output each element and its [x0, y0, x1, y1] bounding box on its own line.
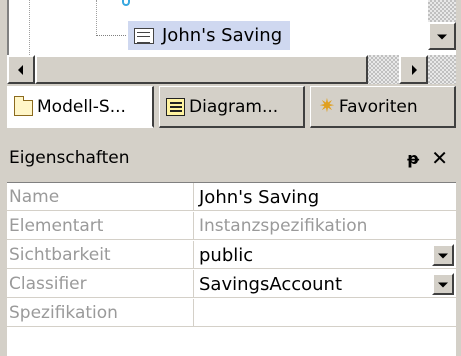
property-row-element-type: Elementart Instanzspezifikation	[7, 212, 456, 240]
tree-expand-marker	[122, 0, 130, 6]
property-row-classifier[interactable]: Classifier SavingsAccount	[7, 270, 456, 298]
property-label: Name	[7, 183, 194, 211]
tab-bar: Modell-S... Diagram... ✷ Favoriten	[7, 86, 456, 130]
tab-favorites[interactable]: ✷ Favoriten	[310, 86, 456, 128]
specification-field[interactable]	[195, 299, 456, 327]
folder-icon	[14, 95, 33, 116]
model-tree[interactable]: John's Saving	[7, 0, 456, 55]
model-tree-pane: John's Saving	[0, 0, 461, 88]
classifier-select[interactable]: SavingsAccount	[195, 270, 456, 298]
visibility-value: public	[199, 244, 254, 266]
tree-item-label: John's Saving	[162, 25, 283, 46]
classifier-value: SavingsAccount	[199, 273, 342, 295]
diagram-icon	[166, 97, 185, 116]
pin-icon[interactable]: ᵽ	[407, 149, 419, 168]
arrow-down-icon	[437, 34, 447, 40]
instance-specification-icon	[134, 27, 154, 44]
scrollbar-thumb[interactable]	[35, 55, 368, 84]
visibility-select[interactable]: public	[195, 241, 456, 269]
properties-grid: Name John's Saving Elementart Instanzspe…	[7, 182, 456, 356]
horizontal-scrollbar[interactable]	[7, 55, 428, 84]
tab-label: Modell-S...	[37, 96, 126, 117]
scroll-down-button[interactable]	[428, 22, 456, 50]
star-icon: ✷	[319, 95, 335, 117]
property-label: Spezifikation	[7, 299, 194, 327]
close-icon[interactable]: ✕	[431, 148, 448, 168]
scrollbar-corner	[428, 55, 456, 84]
tree-connector-line	[96, 35, 126, 36]
tree-item-johns-saving[interactable]: John's Saving	[128, 21, 291, 50]
tab-model-structure[interactable]: Modell-S...	[7, 86, 154, 128]
tab-diagram-tree[interactable]: Diagram...	[159, 86, 305, 128]
chevron-down-icon	[438, 282, 448, 288]
visibility-dropdown-button[interactable]	[432, 244, 454, 266]
scroll-right-button[interactable]	[399, 55, 428, 84]
scroll-left-button[interactable]	[7, 55, 35, 84]
property-row-specification[interactable]: Spezifikation	[7, 299, 456, 327]
vertical-scrollbar[interactable]	[428, 0, 456, 55]
element-type-value: Instanzspezifikation	[199, 216, 368, 236]
properties-header: Eigenschaften ᵽ ✕	[7, 138, 456, 178]
tab-label: Diagram...	[189, 96, 279, 117]
property-row-name[interactable]: Name John's Saving	[7, 183, 456, 211]
property-row-visibility[interactable]: Sichtbarkeit public	[7, 241, 456, 269]
arrow-left-icon	[18, 64, 23, 75]
property-label: Classifier	[7, 270, 194, 298]
tree-connector-line	[29, 0, 30, 55]
tree-connector-line	[96, 0, 97, 36]
chevron-down-icon	[438, 253, 448, 259]
properties-title: Eigenschaften	[9, 148, 130, 168]
scrollbar-track[interactable]	[428, 0, 456, 22]
property-label: Sichtbarkeit	[7, 241, 194, 269]
classifier-dropdown-button[interactable]	[432, 273, 454, 295]
header-icons: ᵽ ✕	[407, 148, 448, 168]
tab-label: Favoriten	[338, 96, 418, 117]
name-field[interactable]: John's Saving	[195, 183, 456, 211]
arrow-right-icon	[411, 64, 417, 75]
property-label: Elementart	[7, 212, 194, 240]
